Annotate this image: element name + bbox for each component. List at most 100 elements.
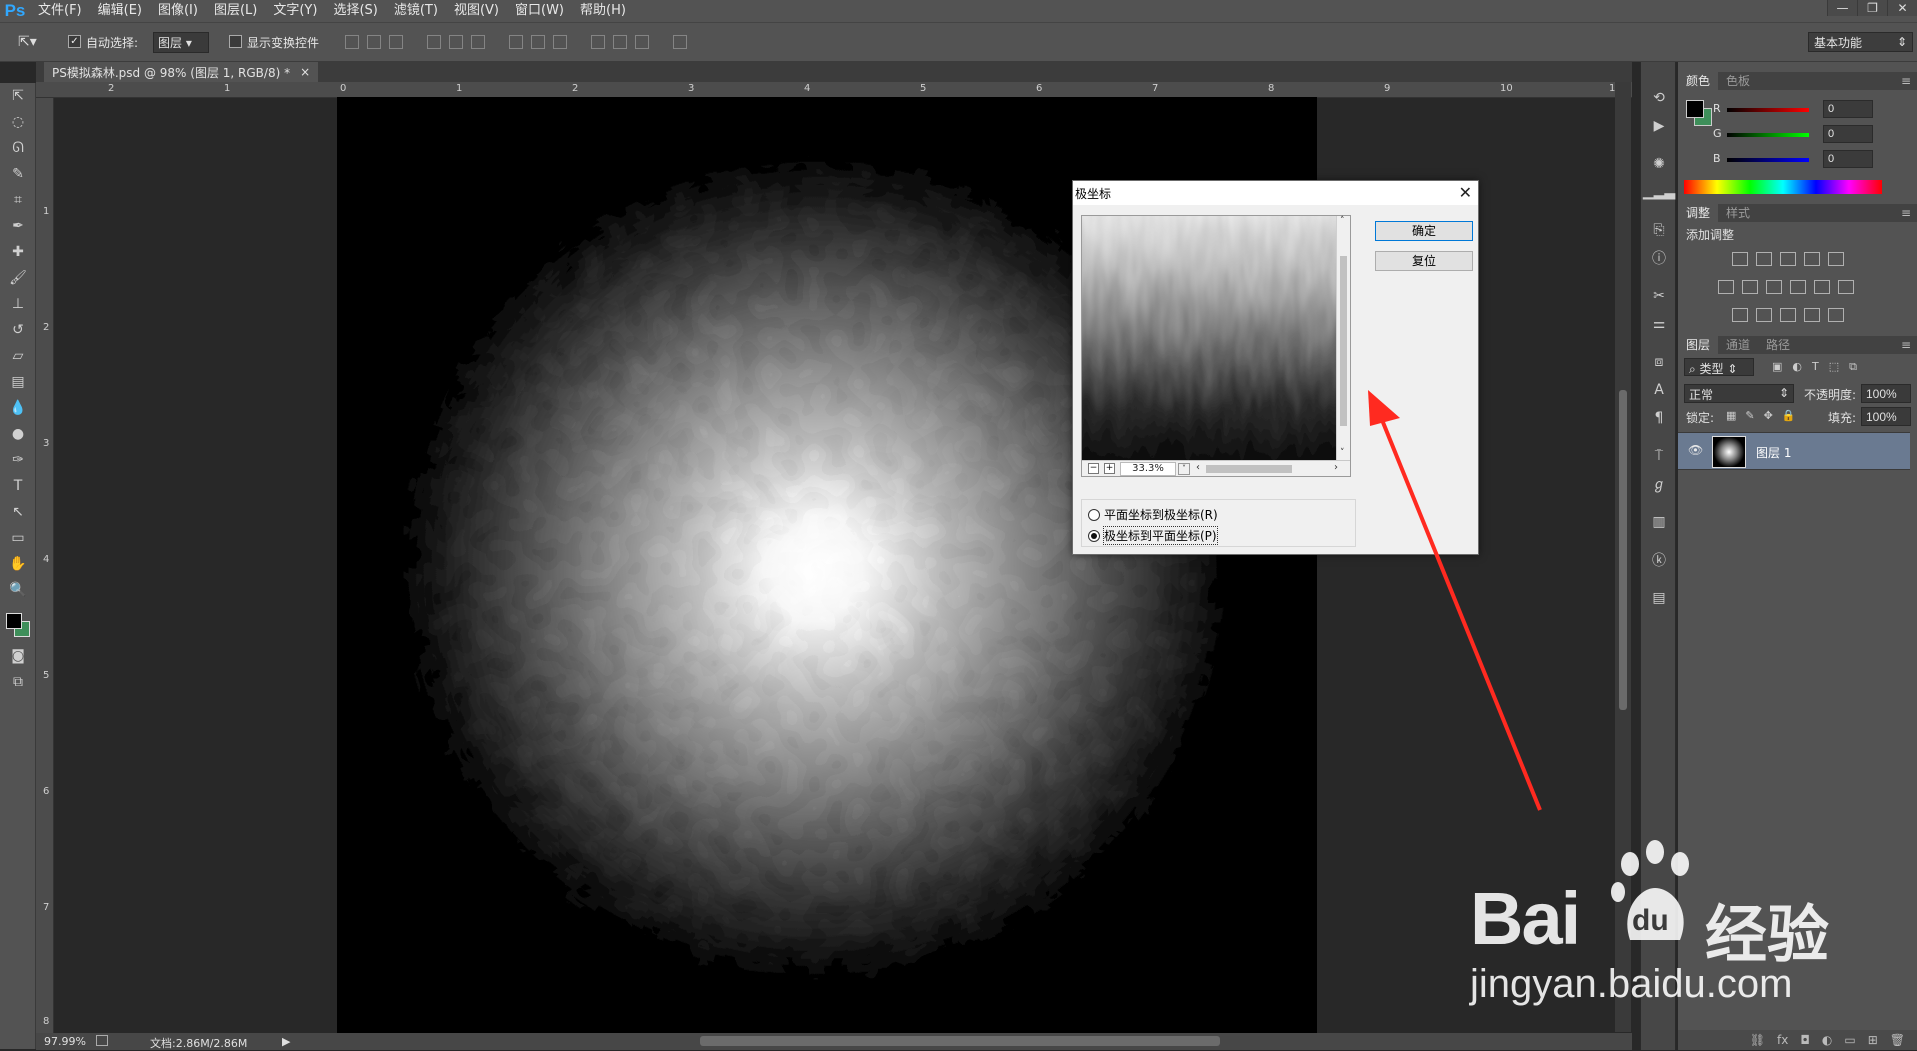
invert-icon[interactable] (1732, 308, 1748, 322)
path-select-icon[interactable]: ↖ (0, 499, 36, 525)
pixel-filter-icon[interactable]: ▣ (1772, 360, 1782, 374)
delete-layer-icon[interactable]: 🗑 (1890, 1033, 1905, 1047)
brush-icon[interactable]: 🖌 (0, 265, 36, 291)
color-lookup-icon[interactable] (1838, 280, 1854, 294)
blue-value-input[interactable] (1823, 150, 1873, 168)
smart-filter-icon[interactable]: ⧉ (1849, 360, 1857, 374)
red-value-input[interactable] (1823, 100, 1873, 118)
tab-styles[interactable]: 样式 (1718, 204, 1758, 222)
stamp-icon[interactable]: ⊥ (0, 291, 36, 317)
minimize-button[interactable]: — (1827, 0, 1857, 16)
eraser-icon[interactable]: ▱ (0, 343, 36, 369)
opacity-input[interactable] (1861, 384, 1911, 403)
layer-row[interactable]: 👁 图层 1 (1678, 432, 1910, 470)
rect-to-polar-radio[interactable] (1088, 508, 1100, 521)
menu-edit[interactable]: 编辑(E) (90, 0, 150, 22)
clone-source-icon[interactable]: ⚌ (1641, 310, 1677, 338)
lock-image-icon[interactable]: ✎ (1745, 409, 1754, 422)
lasso-icon[interactable]: ᘏ (0, 135, 36, 161)
tab-channels[interactable]: 通道 (1718, 336, 1758, 354)
photo-filter-icon[interactable] (1790, 280, 1806, 294)
panel-menu-icon[interactable]: ≡ (1901, 336, 1911, 354)
kuler-icon[interactable]: ⓚ (1641, 546, 1677, 574)
new-layer-icon[interactable]: ⊞ (1868, 1033, 1878, 1047)
align-vcenter-icon[interactable] (367, 35, 381, 49)
levels-icon[interactable] (1756, 252, 1772, 266)
lock-position-icon[interactable]: ✥ (1764, 409, 1773, 422)
zoom-value[interactable]: 33.3% (1120, 462, 1176, 476)
black-white-icon[interactable] (1766, 280, 1782, 294)
zoom-dropdown-icon[interactable]: ˅ (1178, 463, 1190, 475)
info-icon[interactable]: ⓘ (1641, 244, 1677, 272)
dialog-close-button[interactable]: ✕ (1459, 183, 1472, 202)
distribute-top-icon[interactable] (509, 35, 523, 49)
hue-sat-icon[interactable] (1718, 280, 1734, 294)
rect-to-polar-option[interactable]: 平面坐标到极坐标(R) (1088, 506, 1218, 523)
foreground-color-swatch[interactable] (6, 613, 22, 629)
align-hcenter-icon[interactable] (449, 35, 463, 49)
auto-select-dropdown[interactable]: 图层 ▾ (153, 32, 209, 53)
auto-select-checkbox[interactable]: ✓ (68, 35, 81, 48)
tab-adjustments[interactable]: 调整 (1678, 204, 1719, 222)
layer-comps-icon[interactable]: ⧈ (1641, 348, 1677, 376)
distribute-bottom-icon[interactable] (553, 35, 567, 49)
character-icon[interactable]: A (1641, 376, 1677, 404)
zoom-out-button[interactable]: − (1088, 463, 1099, 474)
dodge-icon[interactable]: ● (0, 421, 36, 447)
type-icon[interactable]: T (0, 473, 36, 499)
menu-layer[interactable]: 图层(L) (206, 0, 265, 22)
exposure-icon[interactable] (1804, 252, 1820, 266)
restore-button[interactable]: ❐ (1857, 0, 1887, 16)
fx-icon[interactable]: fx (1777, 1033, 1788, 1047)
scroll-right-icon[interactable]: › (1334, 462, 1338, 473)
color-balance-icon[interactable] (1742, 280, 1758, 294)
link-layers-icon[interactable]: ⛓ (1750, 1033, 1765, 1047)
lock-all-icon[interactable]: 🔒 (1782, 409, 1796, 422)
zoom-icon[interactable]: 🔍 (0, 577, 36, 603)
close-window-button[interactable]: ✕ (1887, 0, 1917, 16)
marquee-icon[interactable]: ◌ (0, 109, 36, 135)
channels-icon[interactable]: ⎘ (1641, 216, 1677, 244)
tab-layers[interactable]: 图层 (1678, 336, 1719, 354)
tab-paths[interactable]: 路径 (1758, 336, 1798, 354)
vibrance-icon[interactable] (1828, 252, 1844, 266)
hand-icon[interactable]: ✋ (0, 551, 36, 577)
distribute-vcenter-icon[interactable] (531, 35, 545, 49)
curves-icon[interactable] (1780, 252, 1796, 266)
document-tab[interactable]: PS模拟森林.psd @ 98% (图层 1, RGB/8) * × (44, 62, 319, 82)
move-icon[interactable]: ⇱ (0, 83, 36, 109)
menu-image[interactable]: 图像(I) (150, 0, 206, 22)
posterize-icon[interactable] (1756, 308, 1772, 322)
preview-vertical-scrollbar[interactable]: ˄ ˅ (1336, 216, 1350, 460)
adjust-filter-icon[interactable]: ◐ (1792, 360, 1802, 374)
move-tool-preset-icon[interactable]: ⇱▾ (18, 34, 37, 50)
tab-color[interactable]: 颜色 (1678, 72, 1719, 90)
pen-icon[interactable]: ✑ (0, 447, 36, 473)
align-left-icon[interactable] (427, 35, 441, 49)
panel-menu-icon[interactable]: ≡ (1901, 204, 1911, 222)
blend-mode-dropdown[interactable]: 正常 ⇕ (1684, 384, 1794, 403)
quick-select-icon[interactable]: ✎ (0, 161, 36, 187)
zoom-readout[interactable]: 97.99% (44, 1035, 86, 1048)
brush-presets-icon[interactable]: ▁▂▃ (1641, 178, 1677, 206)
menu-type[interactable]: 文字(Y) (265, 0, 325, 22)
zoom-in-button[interactable]: + (1104, 463, 1115, 474)
shape-icon[interactable]: ▭ (0, 525, 36, 551)
eyedropper-icon[interactable]: ✒ (0, 213, 36, 239)
menu-view[interactable]: 视图(V) (446, 0, 507, 22)
brightness-icon[interactable] (1732, 252, 1748, 266)
crop-icon[interactable]: ⌗ (0, 187, 36, 213)
green-slider[interactable]: G (1713, 125, 1913, 147)
red-slider[interactable]: R (1713, 100, 1913, 122)
ok-button[interactable]: 确定 (1375, 221, 1473, 241)
brush-settings-icon[interactable]: ✺ (1641, 150, 1677, 178)
dialog-titlebar[interactable]: 极坐标 (1073, 181, 1478, 205)
status-menu-arrow[interactable]: ▶ (282, 1035, 290, 1048)
selective-color-icon[interactable] (1804, 308, 1820, 322)
distribute-right-icon[interactable] (635, 35, 649, 49)
gradient-icon[interactable]: ▤ (0, 369, 36, 395)
lock-transparent-icon[interactable]: ▦ (1726, 409, 1736, 422)
panel-menu-icon[interactable]: ≡ (1901, 72, 1911, 90)
workspace-switcher[interactable]: 基本功能 ⇕ (1808, 32, 1913, 52)
scroll-left-icon[interactable]: ‹ (1196, 462, 1200, 473)
